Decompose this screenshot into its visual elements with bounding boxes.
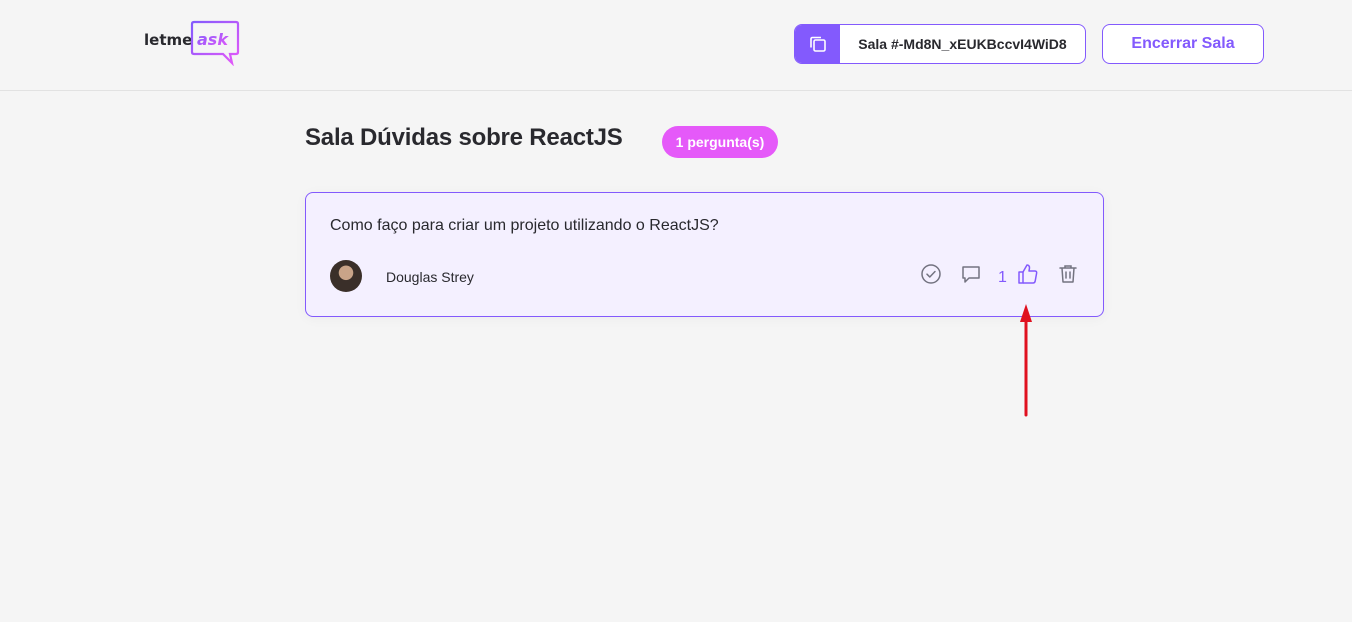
check-circle-icon[interactable]	[917, 260, 945, 288]
logo-text-accent: ask	[197, 30, 229, 49]
room-code-button[interactable]: Sala #-Md8N_xEUKBccvI4WiD8	[794, 24, 1086, 64]
page-header: letme ask Sala #-Md8N_xEUKBccvI4WiD8 Enc…	[0, 0, 1352, 91]
like-icon[interactable]	[1014, 260, 1042, 288]
avatar	[330, 260, 362, 292]
delete-icon[interactable]	[1054, 260, 1082, 288]
logo-text-primary: letme	[144, 31, 192, 49]
annotation-arrow	[1014, 300, 1038, 420]
letmeask-logo[interactable]: letme ask	[144, 20, 240, 67]
question-card: Como faço para criar um projeto utilizan…	[305, 192, 1104, 317]
like-count: 1	[998, 269, 1007, 286]
room-code-label: Sala #-Md8N_xEUKBccvI4WiD8	[858, 36, 1067, 52]
question-count-badge: 1 pergunta(s)	[662, 126, 778, 158]
author-name: Douglas Strey	[386, 269, 474, 285]
page-title: Sala Dúvidas sobre ReactJS	[305, 124, 623, 151]
answer-icon[interactable]	[957, 260, 985, 288]
copy-icon[interactable]	[795, 25, 840, 63]
close-room-button[interactable]: Encerrar Sala	[1102, 24, 1264, 64]
question-content: Como faço para criar um projeto utilizan…	[330, 217, 719, 234]
